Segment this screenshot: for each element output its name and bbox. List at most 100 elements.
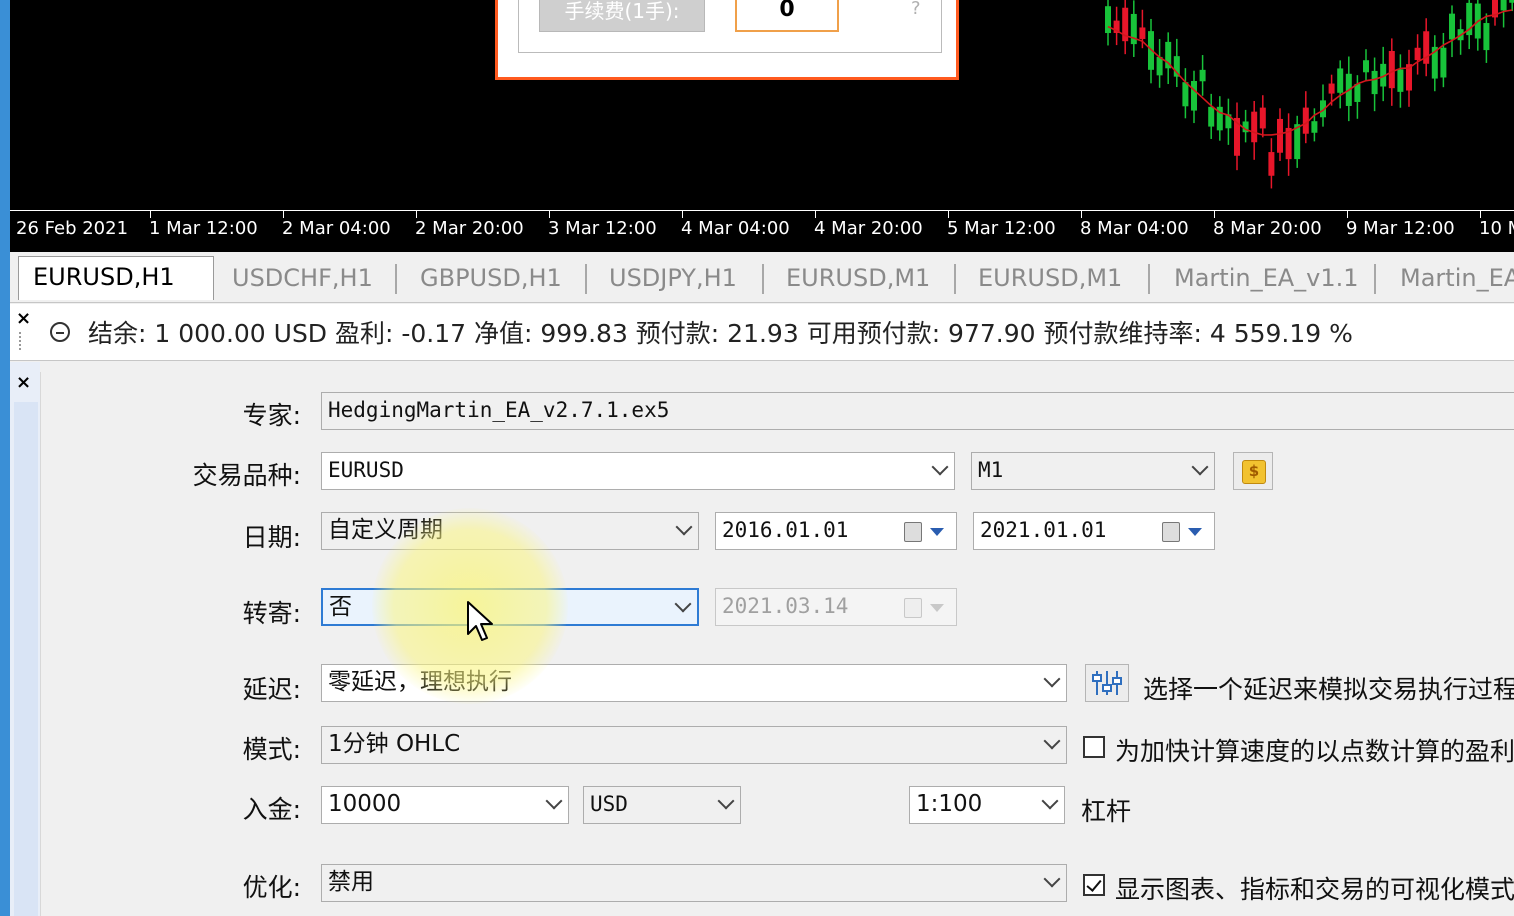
coin-icon: $: [1242, 460, 1266, 484]
calendar-icon: [1162, 522, 1180, 542]
time-label: 26 Feb 2021: [16, 218, 129, 239]
optimization-select[interactable]: 禁用: [321, 864, 1067, 902]
optimization-label: 优化:: [242, 873, 301, 902]
delay-settings-button[interactable]: [1085, 664, 1129, 702]
tab-usdchf-h1[interactable]: USDCHF,H1: [218, 258, 398, 298]
symbol-select[interactable]: EURUSD: [321, 452, 955, 490]
close-icon[interactable]: ×: [16, 308, 31, 329]
axis-line: [10, 210, 1514, 211]
forward-date-picker[interactable]: 2021.03.14: [715, 588, 957, 626]
dropdown-arrow-icon: [930, 604, 944, 612]
tab-separator: [954, 264, 956, 294]
tab-martin-ea-v1-1[interactable]: Martin_EA_v1.1: [1160, 258, 1374, 298]
visual-mode-label: 显示图表、指标和交易的可视化模式: [1115, 875, 1514, 904]
chevron-down-icon: [545, 792, 563, 810]
timeframe-select[interactable]: M1: [971, 452, 1215, 490]
mode-label: 模式:: [242, 735, 301, 764]
date-to-picker[interactable]: 2021.01.01: [973, 512, 1215, 550]
fee-label: 手续费(1手):: [539, 0, 705, 32]
dropdown-arrow-icon: [1188, 528, 1202, 536]
time-label: 4 Mar 04:00: [681, 218, 790, 239]
time-label: 5 Mar 12:00: [947, 218, 1056, 239]
time-label: 8 Mar 04:00: [1080, 218, 1189, 239]
time-label: 8 Mar 20:00: [1213, 218, 1322, 239]
tab-eurusd-m1[interactable]: EURUSD,M1: [772, 258, 954, 298]
date-mode-select[interactable]: 自定义周期: [321, 512, 699, 550]
tab-separator: [395, 264, 397, 294]
optimization-value: 禁用: [328, 869, 374, 895]
time-label: 9 Mar 12:00: [1346, 218, 1455, 239]
time-label: 4 Mar 20:00: [814, 218, 923, 239]
dropdown-arrow-icon: [930, 528, 944, 536]
expert-label: 专家:: [242, 401, 301, 430]
time-label: 2 Mar 04:00: [282, 218, 391, 239]
collapse-icon[interactable]: [50, 322, 70, 342]
leverage-select[interactable]: 1:100: [909, 786, 1065, 824]
forward-date-value: 2021.03.14: [722, 594, 849, 618]
mode-value: 1分钟 OHLC: [328, 731, 461, 757]
window-edge: [0, 0, 10, 916]
chevron-down-icon: [717, 792, 735, 810]
delay-value: 零延迟，理想执行: [328, 669, 512, 695]
chevron-down-icon: [674, 595, 692, 613]
calendar-icon: [904, 598, 922, 618]
tab-eurusd-h1[interactable]: EURUSD,H1: [18, 256, 214, 300]
tab-separator: [585, 264, 587, 294]
chevron-down-icon: [1043, 670, 1061, 688]
time-tick: [815, 210, 816, 218]
delay-hint: 选择一个延迟来模拟交易执行过程: [1143, 675, 1514, 704]
expert-field[interactable]: HedgingMartin_EA_v2.7.1.ex5: [321, 392, 1514, 430]
date-to-value: 2021.01.01: [980, 518, 1107, 542]
tab-gbpusd-h1[interactable]: GBPUSD,H1: [406, 258, 582, 298]
grip-handle[interactable]: [19, 332, 27, 350]
chevron-down-icon: [1041, 792, 1059, 810]
time-tick: [682, 210, 683, 218]
symbol-value: EURUSD: [328, 458, 404, 482]
close-icon[interactable]: ×: [16, 372, 31, 393]
help-icon[interactable]: ?: [911, 0, 921, 19]
tab-usdjpy-h1[interactable]: USDJPY,H1: [595, 258, 765, 298]
date-from-value: 2016.01.01: [722, 518, 849, 542]
chevron-down-icon: [931, 458, 949, 476]
time-tick: [948, 210, 949, 218]
sliders-icon: [1092, 671, 1122, 695]
chevron-down-icon: [1191, 458, 1209, 476]
symbol-properties-button[interactable]: $: [1233, 452, 1273, 490]
symbol-label: 交易品种:: [192, 461, 301, 490]
visual-mode-checkbox[interactable]: [1083, 874, 1105, 896]
tab-eurusd-m1-2[interactable]: EURUSD,M1: [964, 258, 1148, 298]
time-tick: [1214, 210, 1215, 218]
tab-martin-ea[interactable]: Martin_EA: [1386, 258, 1514, 298]
deposit-value: 10000: [328, 791, 402, 817]
dialog-body: 手续费(1手): 0 ?: [518, 0, 942, 53]
fee-input[interactable]: 0: [735, 0, 839, 32]
tab-separator: [1374, 264, 1376, 294]
delay-select[interactable]: 零延迟，理想执行: [321, 664, 1067, 702]
currency-select[interactable]: USD: [583, 786, 741, 824]
points-profit-checkbox[interactable]: [1083, 736, 1105, 758]
toolbox-sidebar: ×: [10, 362, 40, 916]
date-from-picker[interactable]: 2016.01.01: [715, 512, 957, 550]
points-profit-label: 为加快计算速度的以点数计算的盈利: [1115, 737, 1514, 766]
time-label: 3 Mar 12:00: [548, 218, 657, 239]
chevron-down-icon: [1043, 870, 1061, 888]
deposit-label: 入金:: [242, 795, 301, 824]
time-tick: [283, 210, 284, 218]
account-status-bar: × 结余: 1 000.00 USD 盈利: -0.17 净值: 999.83 …: [10, 304, 1514, 361]
time-axis: 26 Feb 2021 1 Mar 12:00 2 Mar 04:00 2 Mar 2…: [10, 210, 1514, 252]
delay-label: 延迟:: [242, 675, 301, 704]
deposit-select[interactable]: 10000: [321, 786, 569, 824]
time-tick: [150, 210, 151, 218]
mode-select[interactable]: 1分钟 OHLC: [321, 726, 1067, 764]
date-label: 日期:: [242, 523, 301, 552]
sidebar-strip: [14, 402, 38, 916]
time-tick: [1347, 210, 1348, 218]
calendar-icon: [904, 522, 922, 542]
tab-separator: [762, 264, 764, 294]
time-tick: [1081, 210, 1082, 218]
mouse-cursor-icon: [467, 601, 493, 641]
tab-separator: [1148, 264, 1150, 294]
forward-select[interactable]: 否: [321, 588, 699, 626]
leverage-value: 1:100: [916, 791, 983, 817]
time-label: 10 M: [1479, 218, 1514, 239]
